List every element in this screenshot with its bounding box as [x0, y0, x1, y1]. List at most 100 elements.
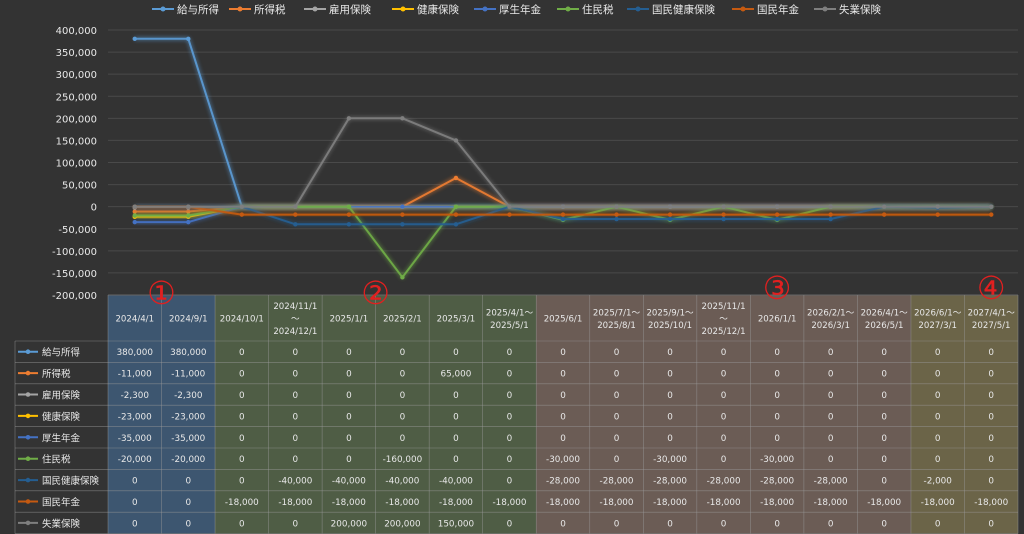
data-label: -18,000: [492, 498, 526, 508]
data-point: [989, 212, 994, 217]
data-label: 0: [721, 434, 727, 444]
y-tick-label: 300,000: [56, 70, 97, 81]
data-point: [774, 212, 780, 217]
x-category-label: 2026/1/1: [758, 315, 797, 325]
data-point: [828, 216, 833, 222]
data-point: [560, 216, 566, 222]
data-label: 0: [453, 348, 459, 358]
data-label: -35,000: [171, 434, 205, 444]
gridlines: [108, 29, 1018, 296]
y-tick-label: 100,000: [56, 159, 97, 170]
y-tick-label: -50,000: [58, 225, 97, 236]
data-label: 0: [293, 391, 299, 401]
data-label: 0: [988, 391, 994, 401]
data-point: [400, 222, 405, 227]
legend-label: 失業保険: [839, 3, 881, 16]
legend-marker: [740, 6, 746, 12]
data-label: 0: [721, 391, 727, 401]
row-series-label: 厚生年金: [42, 432, 81, 444]
legend-marker: [565, 6, 571, 12]
data-point: [346, 116, 352, 121]
data-point: [293, 222, 298, 227]
data-label: 0: [774, 434, 780, 444]
legend-label: 国民健康保険: [652, 3, 715, 16]
x-category-label: 2025/9/1～: [646, 308, 694, 318]
row-series-label: 雇用保険: [42, 390, 81, 402]
row-legend-marker: [25, 413, 31, 419]
data-label: 0: [828, 455, 834, 465]
data-label: 380,000: [170, 348, 207, 358]
data-label: -18,000: [439, 498, 473, 508]
row-legend-marker: [25, 520, 31, 526]
data-point: [453, 138, 459, 143]
data-label: 200,000: [384, 519, 421, 529]
data-point: [453, 212, 459, 217]
data-label: 0: [560, 348, 566, 358]
x-category-label: 2026/2/1～: [807, 308, 855, 318]
x-category-label: 2024/11/1: [273, 302, 317, 312]
data-label: 0: [988, 477, 994, 487]
data-label: 0: [239, 412, 245, 422]
data-label: 0: [239, 391, 245, 401]
x-category-label: 2027/3/1: [918, 321, 957, 331]
row-series-label: 給与所得: [42, 347, 81, 359]
data-label: 0: [453, 391, 459, 401]
data-label: -18,000: [600, 498, 634, 508]
data-label: 0: [881, 434, 887, 444]
data-label: -18,000: [707, 498, 741, 508]
data-label: -2,300: [174, 391, 203, 401]
data-point: [293, 204, 298, 209]
data-label: 0: [774, 519, 780, 529]
data-label: 0: [988, 455, 994, 465]
data-label: 0: [400, 434, 406, 444]
data-label: 0: [667, 412, 673, 422]
legend-label: 住民税: [582, 3, 614, 16]
data-label: 0: [667, 519, 673, 529]
data-point: [774, 204, 780, 209]
data-label: 0: [132, 477, 138, 487]
data-label: 0: [507, 455, 513, 465]
data-label: 0: [881, 455, 887, 465]
y-tick-label: -150,000: [52, 269, 97, 280]
x-category-label: 2025/6/1: [544, 315, 583, 325]
data-label: 0: [881, 391, 887, 401]
x-category-label: 2025/2/1: [383, 315, 422, 325]
data-label: -11,000: [118, 370, 152, 380]
data-label: 200,000: [331, 519, 368, 529]
data-label: 0: [614, 348, 620, 358]
data-label: 0: [507, 391, 513, 401]
data-label: 0: [185, 519, 191, 529]
data-label: 0: [507, 477, 513, 487]
x-category-label: 2026/4/1～: [861, 308, 909, 318]
data-point: [346, 222, 352, 227]
data-label: 0: [614, 434, 620, 444]
x-category-label: 2026/3/1: [811, 321, 850, 331]
data-point: [935, 204, 940, 209]
data-point: [453, 204, 459, 209]
data-label: -20,000: [118, 455, 152, 465]
data-label: 0: [828, 519, 834, 529]
data-label: -23,000: [118, 412, 152, 422]
data-point: [614, 212, 619, 217]
x-category-label: 2024/9/1: [169, 315, 208, 325]
data-label: 0: [774, 391, 780, 401]
data-label: 0: [721, 455, 727, 465]
x-category-label: 2025/4/1～: [486, 308, 534, 318]
data-point: [721, 204, 726, 209]
x-category-label: 2024/12/1: [273, 327, 317, 337]
data-point: [828, 204, 833, 209]
series-line-0: [134, 37, 992, 208]
data-label: 0: [935, 370, 941, 380]
data-label: 0: [346, 455, 352, 465]
data-point: [400, 275, 405, 280]
data-label: 0: [507, 412, 513, 422]
x-category-label: 2025/10/1: [648, 321, 692, 331]
data-label: -35,000: [118, 434, 152, 444]
legend-label: 国民年金: [757, 3, 799, 16]
data-label: 0: [346, 412, 352, 422]
data-label: 0: [346, 391, 352, 401]
data-point: [186, 204, 191, 209]
data-label: 0: [721, 348, 727, 358]
data-point: [935, 212, 940, 217]
data-point: [721, 212, 726, 217]
